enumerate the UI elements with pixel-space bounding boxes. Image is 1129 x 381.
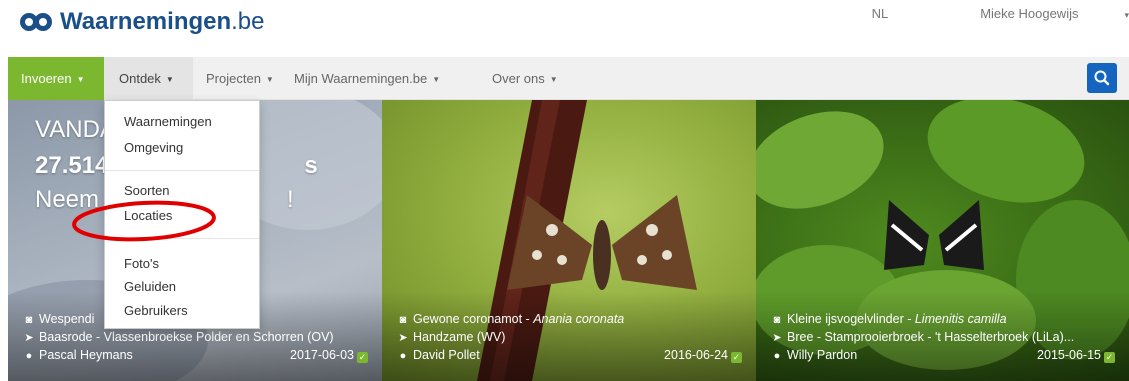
- check-icon: ✓: [357, 352, 368, 363]
- user-icon: ●: [773, 350, 781, 362]
- photo-species[interactable]: ◙ Kleine ijsvogelvlinder - Limenitis cami…: [771, 311, 1117, 329]
- caret-down-icon: ▼: [265, 75, 274, 84]
- photo-card-2[interactable]: ◙ Gewone coronamot - Anania coronata ➤ Han…: [382, 100, 756, 381]
- nav-projecten[interactable]: Projecten ▼: [206, 57, 274, 100]
- check-icon: ✓: [1104, 352, 1115, 363]
- photo-species[interactable]: ◙ Gewone coronamot - Anania coronata: [397, 311, 744, 329]
- camera-icon: ◙: [25, 314, 33, 326]
- menu-item-omgeving[interactable]: Omgeving: [124, 140, 183, 155]
- user-icon: ●: [399, 350, 407, 362]
- location-arrow-icon: ➤: [772, 332, 782, 344]
- nav-invoeren[interactable]: Invoeren ▼: [8, 57, 104, 100]
- caret-down-icon: ▾: [1124, 10, 1129, 20]
- menu-item-fotos[interactable]: Foto's: [124, 256, 159, 271]
- photo-location[interactable]: ➤ Baasrode - Vlassenbroekse Polder en Sch…: [23, 329, 370, 347]
- location-arrow-icon: ➤: [24, 332, 34, 344]
- search-button[interactable]: [1087, 63, 1117, 93]
- logo-icon: [20, 13, 52, 31]
- caret-down-icon: ▼: [549, 75, 558, 84]
- menu-item-gebruikers[interactable]: Gebruikers: [124, 303, 188, 318]
- menu-divider: [105, 170, 259, 171]
- logo-text: Waarnemingen.be: [60, 8, 265, 35]
- main-navbar: Invoeren ▼ Ontdek ▼ Projecten ▼ Mijn Waarne…: [8, 57, 1129, 100]
- nav-ontdek[interactable]: Ontdek ▼: [104, 57, 193, 100]
- camera-icon: ◙: [399, 314, 407, 326]
- photo-card-3[interactable]: ◙ Kleine ijsvogelvlinder - Limenitis cami…: [756, 100, 1129, 381]
- nav-over-ons[interactable]: Over ons ▼: [492, 57, 558, 100]
- caret-down-icon: ▼: [165, 75, 174, 84]
- language-selector[interactable]: NL: [872, 6, 889, 21]
- photo-date: 2015-06-15 ✓: [1037, 348, 1115, 363]
- photo-date: 2017-06-03 ✓: [290, 348, 368, 363]
- camera-icon: ◙: [773, 314, 781, 326]
- nav-mijn-waarnemingen[interactable]: Mijn Waarnemingen.be ▼: [294, 57, 440, 100]
- check-icon: ✓: [731, 352, 742, 363]
- logo[interactable]: Waarnemingen.be: [18, 8, 265, 36]
- annotation-ellipse: [72, 200, 216, 242]
- search-icon: [1094, 70, 1110, 86]
- menu-item-waarnemingen[interactable]: Waarnemingen: [124, 114, 212, 129]
- caret-down-icon: ▼: [432, 75, 441, 84]
- photo-location[interactable]: ➤ Handzame (WV): [397, 329, 744, 347]
- photo-date: 2016-06-24 ✓: [664, 348, 742, 363]
- user-icon: ●: [25, 350, 33, 362]
- location-arrow-icon: ➤: [398, 332, 408, 344]
- header: Waarnemingen.be NL Mieke Hoogewijs ▾: [0, 0, 1129, 52]
- user-menu[interactable]: Mieke Hoogewijs ▾: [934, 6, 1129, 21]
- menu-item-soorten[interactable]: Soorten: [124, 183, 170, 198]
- photo-location[interactable]: ➤ Bree - Stamprooierbroek - 't Hasselterb…: [771, 329, 1117, 347]
- menu-item-geluiden[interactable]: Geluiden: [124, 279, 176, 294]
- caret-down-icon: ▼: [76, 75, 85, 84]
